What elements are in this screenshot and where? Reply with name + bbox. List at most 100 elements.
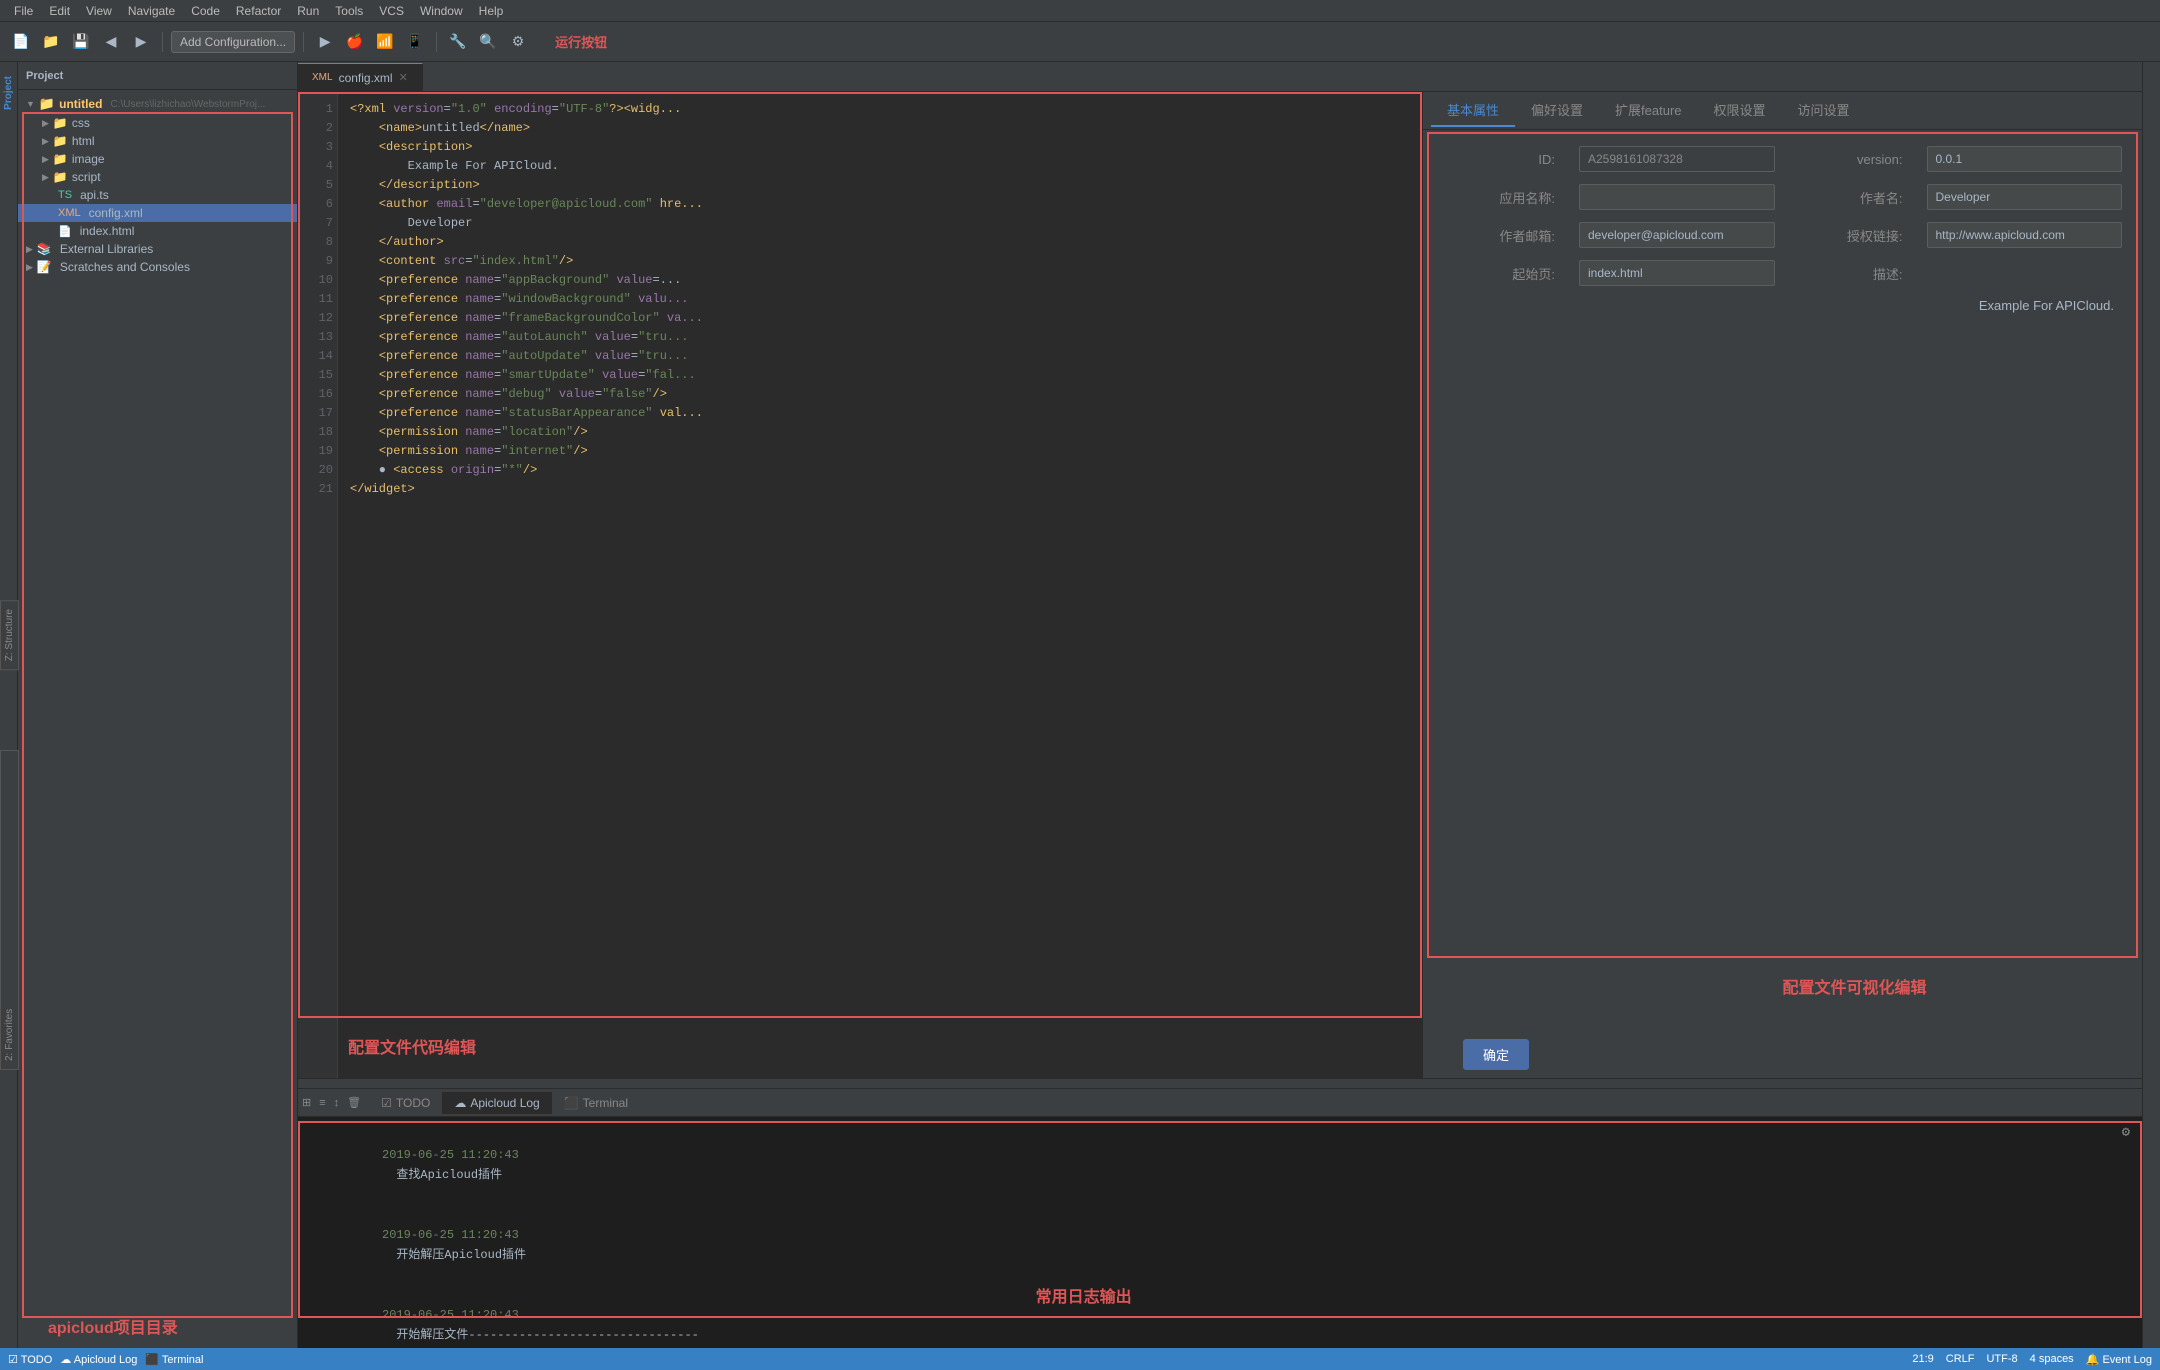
tree-apits[interactable]: TS api.ts [18, 186, 297, 204]
add-configuration-button[interactable]: Add Configuration... [171, 31, 295, 53]
config-tab-prefs[interactable]: 偏好设置 [1515, 94, 1599, 127]
separator-2 [303, 32, 304, 52]
status-todo[interactable]: ☑ TODO [8, 1353, 52, 1366]
config-annotation-label: 配置文件可视化编辑 [1783, 974, 1927, 998]
editor-tab-configxml[interactable]: XML config.xml ✕ [298, 63, 423, 91]
device-button[interactable]: 📱 [402, 29, 428, 55]
config-tab-access[interactable]: 访问设置 [1782, 94, 1866, 127]
status-bar: ☑ TODO ☁ Apicloud Log ⬛ Terminal 21:9 CR… [0, 1348, 2160, 1370]
confirm-btn-container: 确定 [1423, 1019, 2142, 1078]
bottom-tabs-bar: ⊞ ≡ ↕ 🗑 ☑ TODO ☁ Apicloud Log ⬛ Terminal [298, 1089, 2142, 1117]
menu-tools[interactable]: Tools [329, 2, 369, 20]
project-panel: Project ▼ 📁 untitled C:\Users\lizhichao\… [18, 62, 298, 1348]
root-arrow: ▼ [26, 99, 35, 109]
menu-help[interactable]: Help [473, 2, 510, 20]
id-input[interactable] [1579, 146, 1775, 172]
confirm-button[interactable]: 确定 [1463, 1039, 1529, 1070]
tree-indexhtml[interactable]: 📄 index.html [18, 222, 297, 240]
desc-row: Example For APICloud. [1443, 298, 2122, 313]
status-right: 21:9 CRLF UTF-8 4 spaces 🔔 Event Log [1912, 1353, 2152, 1366]
wifi-button[interactable]: 📶 [372, 29, 398, 55]
run-prev-button[interactable]: ▶ [312, 29, 338, 55]
script-label: script [72, 170, 101, 184]
encoding[interactable]: UTF-8 [1986, 1353, 2017, 1365]
desc-spacer [1927, 260, 2123, 286]
tab-label: config.xml [339, 71, 393, 85]
editor-content-area: 12345 678910 1112131415 1617181920 21 <?… [298, 92, 1422, 1078]
log-content: ⚙ 2019-06-25 11:20:43 查找Apicloud插件 2019-… [298, 1117, 2142, 1348]
line-separator[interactable]: CRLF [1946, 1353, 1975, 1365]
author-name-input[interactable] [1927, 184, 2123, 210]
project-tab[interactable]: Project [1, 70, 16, 116]
search-toolbar-button[interactable]: 🔍 [475, 29, 501, 55]
configxml-icon: XML [58, 207, 81, 219]
version-label: version: [1791, 146, 1911, 172]
menu-refactor[interactable]: Refactor [230, 2, 287, 20]
status-apicloud-log[interactable]: ☁ Apicloud Log [60, 1353, 137, 1366]
forward-button[interactable]: ▶ [128, 29, 154, 55]
apicloud-icon: ☁ [454, 1096, 466, 1110]
tree-external-libs[interactable]: ▶ 📚 External Libraries [18, 240, 297, 258]
menu-window[interactable]: Window [414, 2, 469, 20]
back-button[interactable]: ◀ [98, 29, 124, 55]
gear-icon[interactable]: ⚙ [2122, 1123, 2130, 1143]
bottom-icon-3[interactable]: ↕ [334, 1097, 340, 1109]
tree-image[interactable]: ▶ 📁 image [18, 150, 297, 168]
settings-toolbar-button[interactable]: ⚙ [505, 29, 531, 55]
bottom-icon-1[interactable]: ⊞ [302, 1096, 311, 1109]
horizontal-scrollbar[interactable] [298, 1078, 2142, 1088]
html-folder-icon: 📁 [53, 134, 68, 148]
tree-css[interactable]: ▶ 📁 css [18, 114, 297, 132]
version-input[interactable] [1927, 146, 2123, 172]
tab-todo[interactable]: ☑ TODO [369, 1092, 442, 1114]
tree-scratches[interactable]: ▶ 📝 Scratches and Consoles [18, 258, 297, 276]
extlibs-icon: 📚 [37, 242, 52, 256]
new-file-button[interactable]: 📄 [8, 29, 34, 55]
structure-tab[interactable]: Z: Structure [0, 600, 19, 670]
app-name-input[interactable] [1579, 184, 1775, 210]
menu-file[interactable]: File [8, 2, 39, 20]
menu-vcs[interactable]: VCS [373, 2, 410, 20]
author-email-input[interactable] [1579, 222, 1775, 248]
project-tree: ▼ 📁 untitled C:\Users\lizhichao\Webstorm… [18, 90, 297, 1348]
event-log[interactable]: 🔔 Event Log [2086, 1353, 2152, 1366]
log-line-2: 2019-06-25 11:20:43 开始解压Apicloud插件 [310, 1205, 2130, 1285]
start-page-input[interactable] [1579, 260, 1775, 286]
scratches-label: Scratches and Consoles [60, 260, 190, 274]
tab-apicloud-log[interactable]: ☁ Apicloud Log [442, 1092, 551, 1114]
apits-label: api.ts [80, 188, 109, 202]
log-line-1: 2019-06-25 11:20:43 查找Apicloud插件 [310, 1125, 2130, 1205]
code-text-area[interactable]: <?xml version="1.0" encoding="UTF-8"?><w… [338, 92, 1422, 1078]
status-left: ☑ TODO ☁ Apicloud Log ⬛ Terminal [8, 1353, 204, 1366]
tree-html-folder[interactable]: ▶ 📁 html [18, 132, 297, 150]
html-label: html [72, 134, 95, 148]
favorites-tab[interactable]: 2: Favorites [0, 750, 19, 1070]
separator-3 [436, 32, 437, 52]
cursor-position[interactable]: 21:9 [1912, 1353, 1933, 1365]
status-terminal[interactable]: ⬛ Terminal [145, 1353, 203, 1366]
bottom-icon-2[interactable]: ≡ [319, 1097, 325, 1109]
build-button[interactable]: 🔧 [445, 29, 471, 55]
menu-edit[interactable]: Edit [43, 2, 76, 20]
menu-navigate[interactable]: Navigate [122, 2, 181, 20]
bottom-icon-4[interactable]: 🗑 [347, 1096, 361, 1109]
root-folder-icon: 📁 [39, 96, 55, 112]
tree-script[interactable]: ▶ 📁 script [18, 168, 297, 186]
auth-link-input[interactable] [1927, 222, 2123, 248]
config-tab-permissions[interactable]: 权限设置 [1698, 94, 1782, 127]
tab-close-icon[interactable]: ✕ [399, 71, 408, 84]
log-line-3: 2019-06-25 11:20:43 开始解压文件--------------… [310, 1285, 2130, 1348]
config-tab-basic[interactable]: 基本属性 [1431, 94, 1515, 127]
menu-view[interactable]: View [80, 2, 118, 20]
apple-button[interactable]: 🍎 [342, 29, 368, 55]
open-button[interactable]: 📁 [38, 29, 64, 55]
menu-code[interactable]: Code [185, 2, 226, 20]
tree-configxml[interactable]: XML config.xml [18, 204, 297, 222]
html-arrow: ▶ [42, 136, 49, 147]
tree-root[interactable]: ▼ 📁 untitled C:\Users\lizhichao\Webstorm… [18, 94, 297, 114]
tab-terminal[interactable]: ⬛ Terminal [552, 1092, 640, 1114]
save-button[interactable]: 💾 [68, 29, 94, 55]
indent[interactable]: 4 spaces [2030, 1353, 2074, 1365]
config-tab-features[interactable]: 扩展feature [1599, 94, 1697, 127]
menu-run[interactable]: Run [291, 2, 325, 20]
